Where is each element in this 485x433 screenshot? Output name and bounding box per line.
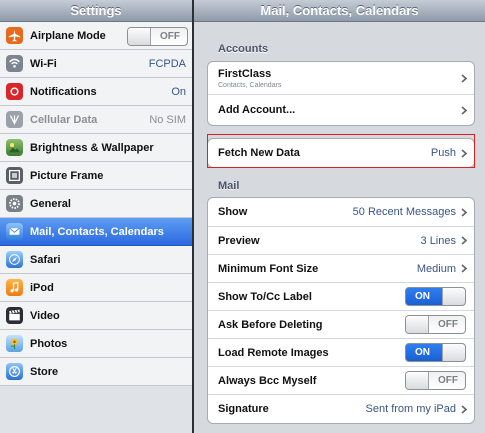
chevron-right-icon xyxy=(461,404,467,414)
signature-value: Sent from my iPad xyxy=(365,403,456,415)
account-row-firstclass[interactable]: FirstClass Contacts, Calendars xyxy=(208,62,474,95)
chevron-right-icon xyxy=(461,207,467,217)
sidebar-item-safari[interactable]: Safari xyxy=(0,246,192,274)
sidebar-item-wifi[interactable]: Wi-Fi FCPDA xyxy=(0,50,192,78)
sidebar-item-ipod[interactable]: iPod xyxy=(0,274,192,302)
ipod-icon xyxy=(6,279,23,296)
show-label: Show xyxy=(218,206,248,218)
gear-icon xyxy=(6,195,23,212)
always-bcc-myself-label: Always Bcc Myself xyxy=(218,374,317,387)
chevron-right-icon xyxy=(461,264,467,273)
notifications-value: On xyxy=(171,85,186,98)
cellular-data-icon xyxy=(6,111,23,128)
fetch-new-data-row[interactable]: Fetch New Data Push xyxy=(208,139,474,167)
load-remote-images-row: Load Remote Images ON xyxy=(208,339,474,367)
mail-icon xyxy=(6,223,23,240)
mail-section-header: Mail xyxy=(218,180,240,192)
sidebar-item-label: Video xyxy=(30,309,60,322)
sidebar-item-label: Photos xyxy=(30,337,68,350)
sidebar-item-label: Notifications xyxy=(30,85,97,98)
settings-title: Settings xyxy=(0,0,192,22)
account-label: FirstClass xyxy=(218,68,272,80)
show-row[interactable]: Show 50 Recent Messages xyxy=(208,198,474,227)
settings-list: Airplane Mode OFF Wi-Fi FCPDA Notificati… xyxy=(0,22,192,386)
sidebar-item-label: Brightness & Wallpaper xyxy=(30,141,154,154)
video-icon xyxy=(6,307,23,324)
show-to-cc-label-row: Show To/Cc Label ON xyxy=(208,283,474,311)
airplane-icon xyxy=(6,27,23,44)
sidebar-item-cellular-data: Cellular Data No SIM xyxy=(0,106,192,134)
preview-value: 3 Lines xyxy=(420,234,456,247)
fetch-group: Fetch New Data Push xyxy=(207,138,475,168)
load-remote-images-label: Load Remote Images xyxy=(218,346,329,359)
sidebar-item-label: Wi-Fi xyxy=(30,57,57,70)
fetch-new-data-label: Fetch New Data xyxy=(218,147,300,159)
brightness-icon xyxy=(6,139,23,156)
sidebar-item-label: Safari xyxy=(30,253,61,266)
sidebar-item-label: General xyxy=(30,197,71,210)
sidebar-item-label: Mail, Contacts, Calendars xyxy=(30,225,164,238)
add-account-row[interactable]: Add Account... xyxy=(208,95,474,125)
show-to-cc-label: Show To/Cc Label xyxy=(218,290,312,303)
detail-pane: Mail, Contacts, Calendars Accounts First… xyxy=(194,0,485,433)
ask-before-deleting-toggle[interactable]: OFF xyxy=(405,315,466,334)
ask-before-deleting-row: Ask Before Deleting OFF xyxy=(208,311,474,339)
sidebar-item-video[interactable]: Video xyxy=(0,302,192,330)
minimum-font-size-value: Medium xyxy=(416,262,456,275)
sidebar-item-mail-contacts-calendars[interactable]: Mail, Contacts, Calendars xyxy=(0,218,192,246)
chevron-right-icon xyxy=(461,73,467,83)
add-account-label: Add Account... xyxy=(218,104,296,116)
signature-row[interactable]: Signature Sent from my iPad xyxy=(208,395,474,423)
wifi-network-value: FCPDA xyxy=(148,57,186,70)
preview-label: Preview xyxy=(218,234,260,247)
sidebar-item-notifications[interactable]: Notifications On xyxy=(0,78,192,106)
show-to-cc-toggle[interactable]: ON xyxy=(405,287,466,306)
photos-icon xyxy=(6,335,23,352)
wifi-icon xyxy=(6,55,23,72)
sidebar-item-airplane-mode[interactable]: Airplane Mode OFF xyxy=(0,22,192,50)
detail-title: Mail, Contacts, Calendars xyxy=(194,0,485,22)
notifications-icon xyxy=(6,83,23,100)
ask-before-deleting-label: Ask Before Deleting xyxy=(218,318,323,331)
sidebar-item-label: Airplane Mode xyxy=(30,29,106,42)
always-bcc-myself-row: Always Bcc Myself OFF xyxy=(208,367,474,395)
sidebar-item-label: Cellular Data xyxy=(30,113,98,126)
always-bcc-myself-toggle[interactable]: OFF xyxy=(405,371,466,390)
mail-group: Show 50 Recent Messages Preview 3 Lines … xyxy=(207,197,475,424)
settings-sidebar: Settings Airplane Mode OFF Wi-Fi FCPDA N… xyxy=(0,0,192,433)
preview-row[interactable]: Preview 3 Lines xyxy=(208,227,474,255)
signature-label: Signature xyxy=(218,403,269,415)
show-value: 50 Recent Messages xyxy=(352,206,456,218)
fetch-new-data-value: Push xyxy=(430,147,456,159)
sidebar-item-label: Picture Frame xyxy=(30,169,104,182)
safari-icon xyxy=(6,251,23,268)
picture-frame-icon xyxy=(6,167,23,184)
store-icon xyxy=(6,363,23,380)
chevron-right-icon xyxy=(461,148,467,158)
airplane-mode-toggle[interactable]: OFF xyxy=(127,27,188,46)
sidebar-item-general[interactable]: General xyxy=(0,190,192,218)
sidebar-item-photos[interactable]: Photos xyxy=(0,330,192,358)
sidebar-item-store[interactable]: Store xyxy=(0,358,192,386)
minimum-font-size-label: Minimum Font Size xyxy=(218,262,319,275)
chevron-right-icon xyxy=(461,105,467,115)
account-subtitle: Contacts, Calendars xyxy=(218,82,282,89)
sidebar-item-brightness-wallpaper[interactable]: Brightness & Wallpaper xyxy=(0,134,192,162)
chevron-right-icon xyxy=(461,236,467,245)
cellular-data-value: No SIM xyxy=(149,113,186,126)
sidebar-item-label: iPod xyxy=(30,281,54,294)
sidebar-item-label: Store xyxy=(30,365,59,378)
accounts-section-header: Accounts xyxy=(218,43,269,55)
accounts-group: FirstClass Contacts, Calendars Add Accou… xyxy=(207,61,475,126)
sidebar-item-picture-frame[interactable]: Picture Frame xyxy=(0,162,192,190)
minimum-font-size-row[interactable]: Minimum Font Size Medium xyxy=(208,255,474,283)
load-remote-images-toggle[interactable]: ON xyxy=(405,343,466,362)
